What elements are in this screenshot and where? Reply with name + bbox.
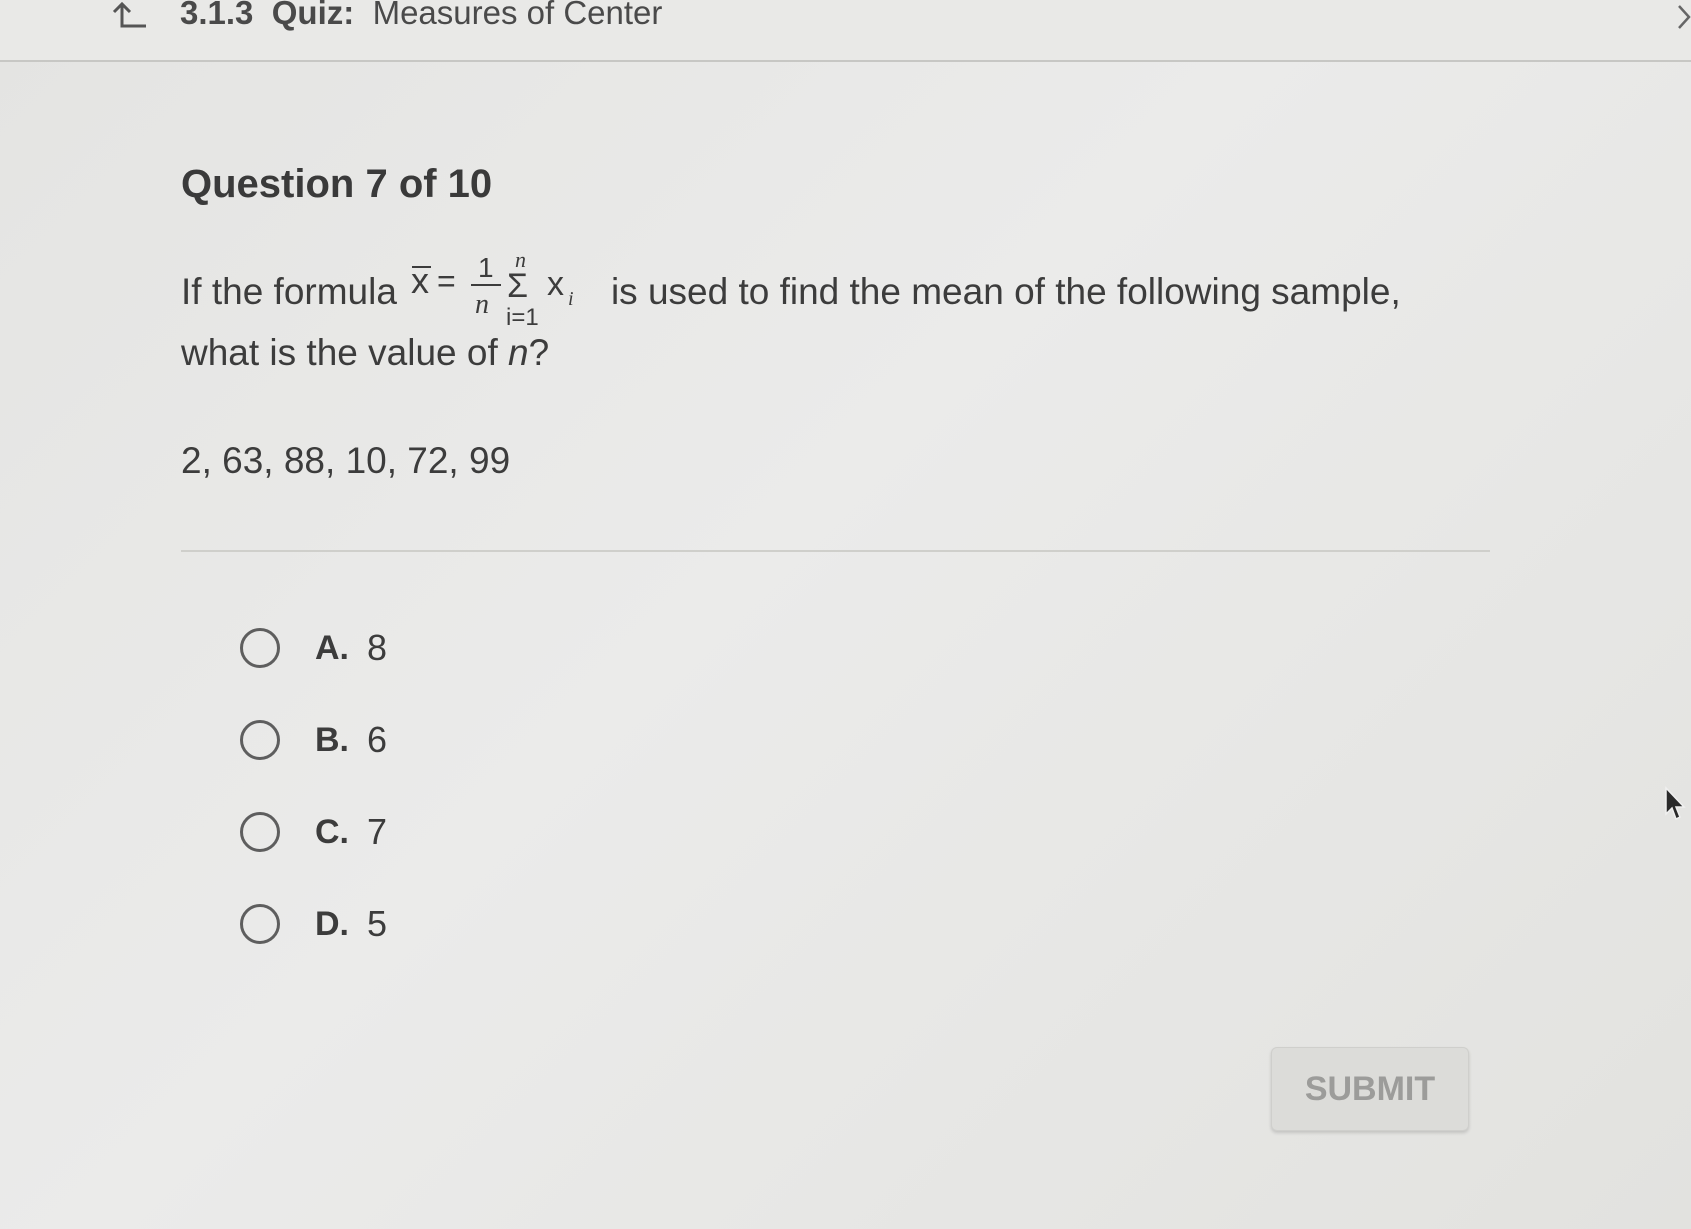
divider [181, 550, 1490, 552]
formula-term: x [547, 265, 564, 303]
option-c[interactable]: C. 7 [240, 786, 387, 878]
radio-button[interactable] [240, 720, 280, 760]
sum-lower-limit: i=1 [506, 304, 539, 331]
option-letter: B. [315, 720, 349, 759]
formula-equals: = [437, 263, 456, 299]
option-value: 7 [367, 811, 388, 852]
quiz-name: Measures of Center [372, 0, 663, 31]
radio-button[interactable] [240, 812, 280, 852]
prompt-line2-text: what is the value of [181, 332, 509, 373]
variable-n: n [508, 332, 529, 373]
quiz-label: Quiz: [271, 0, 355, 31]
option-value: 8 [367, 627, 388, 668]
formula-term-subscript: i [568, 288, 574, 310]
option-a[interactable]: A. 8 [240, 602, 387, 694]
radio-button[interactable] [240, 904, 280, 944]
answer-options: A. 8 B. 6 C. 7 D. 5 [240, 602, 387, 970]
option-b[interactable]: B. 6 [240, 694, 387, 786]
prompt-line-2: what is the value of n? [181, 332, 1401, 374]
question-counter: Question 7 of 10 [181, 162, 493, 206]
sample-data: 2, 63, 88, 10, 72, 99 [181, 440, 511, 481]
option-letter: D. [315, 904, 349, 943]
option-letter: C. [315, 812, 349, 851]
return-arrow-icon[interactable] [108, 0, 148, 36]
chevron-right-icon[interactable] [1677, 2, 1691, 32]
option-letter: A. [315, 628, 349, 667]
option-value: 5 [367, 903, 388, 944]
quiz-number: 3.1.3 [180, 0, 254, 31]
quiz-title: 3.1.3 Quiz: Measures of Center [180, 0, 662, 32]
prompt-question-mark: ? [528, 332, 550, 373]
sigma-symbol: Σ [507, 267, 528, 305]
formula-numerator: 1 [478, 252, 494, 283]
mean-formula: x = 1 n n Σ i=1 x i [411, 247, 574, 331]
question-prompt: If the formula x = 1 n n Σ i=1 x i is us… [181, 247, 1401, 374]
mouse-cursor-icon [1665, 786, 1686, 821]
radio-button[interactable] [240, 628, 280, 668]
option-d[interactable]: D. 5 [240, 878, 387, 970]
option-value: 6 [367, 719, 388, 760]
prompt-text-after: is used to find the mean of the followin… [610, 271, 1401, 312]
formula-denominator: n [475, 289, 489, 320]
submit-button[interactable]: SUBMIT [1271, 1047, 1469, 1131]
prompt-text-before: If the formula [181, 271, 397, 312]
top-bar: 3.1.3 Quiz: Measures of Center [0, 0, 1691, 62]
